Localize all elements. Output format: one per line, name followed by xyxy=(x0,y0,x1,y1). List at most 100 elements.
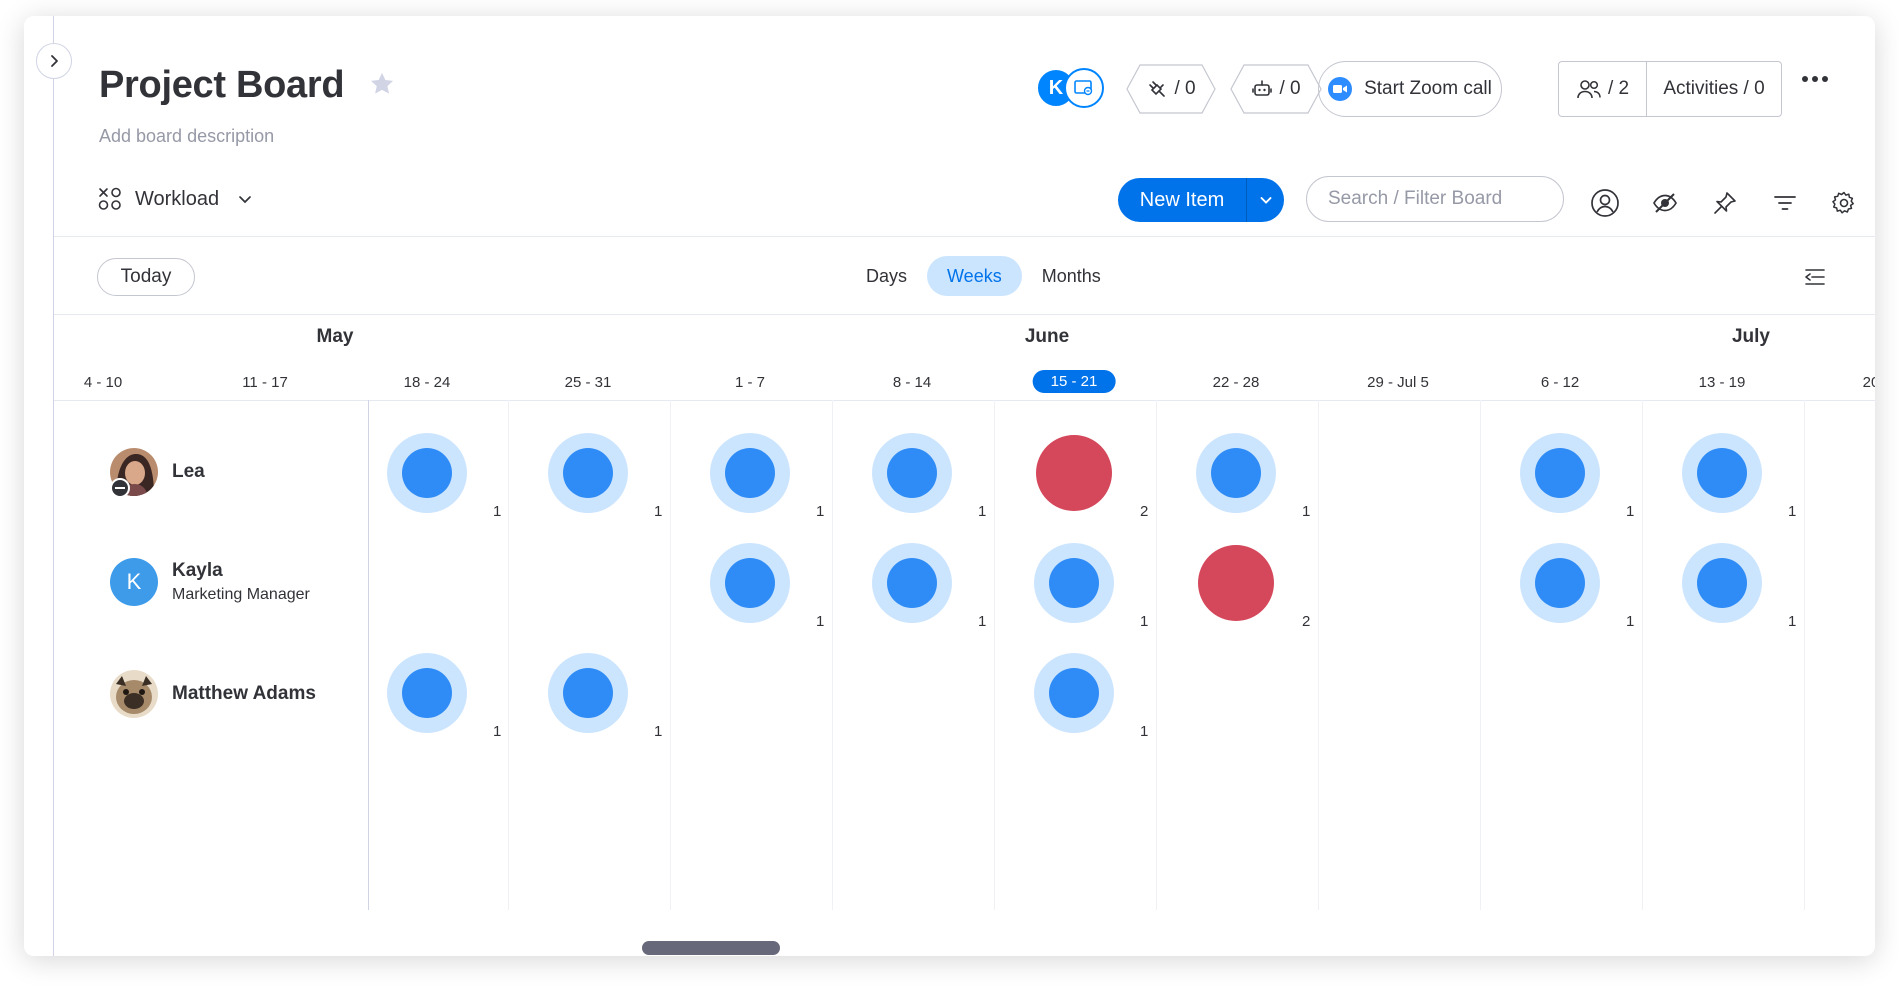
new-item-button[interactable]: New Item xyxy=(1118,178,1284,222)
new-item-dropdown-chevron-icon[interactable] xyxy=(1246,178,1284,222)
left-rail xyxy=(24,16,54,956)
month-label: May xyxy=(316,326,354,347)
pin-icon[interactable] xyxy=(1708,186,1742,220)
person-filter-icon[interactable] xyxy=(1588,186,1622,220)
person-name: Lea xyxy=(172,461,205,482)
workload-bubble-core xyxy=(887,448,937,498)
tab-weeks[interactable]: Weeks xyxy=(927,256,1022,296)
week-label: 18 - 24 xyxy=(403,374,451,391)
automations-button[interactable]: / 0 xyxy=(1230,64,1322,114)
today-button[interactable]: Today xyxy=(97,258,195,296)
workload-bubble[interactable] xyxy=(1682,433,1762,513)
more-options-icon[interactable] xyxy=(1802,76,1828,82)
zoom-icon xyxy=(1328,77,1353,101)
person-name: Matthew Adams xyxy=(172,683,316,704)
avatar xyxy=(110,448,158,498)
overloaded-workload-bubble[interactable] xyxy=(1036,435,1112,511)
workload-bubble-core xyxy=(887,558,937,608)
start-zoom-call-button[interactable]: Start Zoom call xyxy=(1318,61,1502,117)
workload-icon xyxy=(98,187,121,210)
workload-bubble[interactable] xyxy=(387,433,467,513)
workload-count: 1 xyxy=(1140,613,1149,630)
workload-bubble-core xyxy=(563,668,613,718)
workload-bubble[interactable] xyxy=(1034,653,1114,733)
current-week-label: 15 - 21 xyxy=(1032,370,1116,393)
search-input[interactable] xyxy=(1306,176,1564,222)
settings-gear-icon[interactable] xyxy=(1827,186,1861,220)
workload-count: 1 xyxy=(1140,723,1149,740)
overloaded-workload-bubble[interactable] xyxy=(1198,545,1274,621)
workload-count: 1 xyxy=(493,503,502,520)
divider xyxy=(54,314,1875,315)
workload-count: 2 xyxy=(1140,503,1149,520)
activities-button[interactable]: Activities / 0 xyxy=(1647,78,1781,100)
workload-bubble[interactable] xyxy=(1520,433,1600,513)
week-label: 29 - Jul 5 xyxy=(1367,374,1429,391)
collapse-rows-icon[interactable] xyxy=(1802,264,1828,295)
workload-bubble[interactable] xyxy=(872,543,952,623)
zoom-label: Start Zoom call xyxy=(1364,78,1492,99)
workload-bubble[interactable] xyxy=(387,653,467,733)
workload-count: 1 xyxy=(493,723,502,740)
person-role: Marketing Manager xyxy=(172,586,310,603)
avatar: K xyxy=(110,558,158,606)
week-label: 13 - 19 xyxy=(1698,374,1746,391)
person-row-matthew-adams[interactable]: Matthew Adams xyxy=(110,670,316,718)
person-row-kayla[interactable]: K Kayla Marketing Manager xyxy=(110,558,310,606)
tab-months[interactable]: Months xyxy=(1022,256,1121,296)
members-button[interactable]: / 2 xyxy=(1559,62,1647,116)
workload-bubble[interactable] xyxy=(710,433,790,513)
week-label: 25 - 31 xyxy=(564,374,612,391)
workload-bubble[interactable] xyxy=(1034,543,1114,623)
board-window: Project Board Add board description K / … xyxy=(24,16,1875,956)
divider xyxy=(54,400,1875,401)
week-label: 1 - 7 xyxy=(734,374,766,391)
expand-sidebar-button[interactable] xyxy=(36,43,72,79)
board-title[interactable]: Project Board xyxy=(99,64,345,107)
workload-count: 1 xyxy=(1788,613,1797,630)
week-label: 4 - 10 xyxy=(83,374,123,391)
workload-bubble-core xyxy=(1697,448,1747,498)
workload-bubble-core xyxy=(402,448,452,498)
filter-icon[interactable] xyxy=(1768,186,1802,220)
workload-bubble[interactable] xyxy=(1196,433,1276,513)
workload-bubble[interactable] xyxy=(548,653,628,733)
workload-bubble[interactable] xyxy=(872,433,952,513)
workload-bubble-core xyxy=(1211,448,1261,498)
workload-bubble-core xyxy=(725,448,775,498)
away-status-icon xyxy=(110,478,130,498)
activities-label: Activities / 0 xyxy=(1663,78,1765,99)
workload-bubble[interactable] xyxy=(1682,543,1762,623)
chevron-right-icon xyxy=(51,55,58,67)
integrations-button[interactable]: / 0 xyxy=(1126,64,1216,114)
workload-bubble-core xyxy=(1535,558,1585,608)
workload-bubble-core xyxy=(725,558,775,608)
chevron-down-icon xyxy=(239,196,251,204)
new-item-label: New Item xyxy=(1139,188,1225,211)
favorite-star-icon[interactable] xyxy=(368,70,396,103)
workload-count: 2 xyxy=(1302,613,1311,630)
workload-count: 1 xyxy=(1626,503,1635,520)
tab-days[interactable]: Days xyxy=(846,256,927,296)
robot-icon xyxy=(1252,80,1273,96)
workload-bubble[interactable] xyxy=(1520,543,1600,623)
workload-bubble-core xyxy=(1049,558,1099,608)
workload-bubble[interactable] xyxy=(710,543,790,623)
avatar xyxy=(110,670,158,718)
workload-bubble-core xyxy=(1697,558,1747,608)
members-count: / 2 xyxy=(1607,78,1630,99)
workload-bubble-core xyxy=(402,668,452,718)
person-row-lea[interactable]: Lea xyxy=(110,448,205,498)
hide-icon[interactable] xyxy=(1648,186,1682,220)
board-members-avatars[interactable]: K xyxy=(1036,68,1108,110)
workload-count: 1 xyxy=(654,503,663,520)
board-description[interactable]: Add board description xyxy=(99,126,274,147)
view-selector[interactable]: Workload xyxy=(97,186,253,212)
guest-avatar xyxy=(1064,68,1104,108)
horizontal-scrollbar[interactable] xyxy=(642,941,780,955)
integrations-count: / 0 xyxy=(1174,78,1196,99)
time-scale-tabs: Days Weeks Months xyxy=(846,256,1121,296)
workload-bubble[interactable] xyxy=(548,433,628,513)
month-label: June xyxy=(1024,326,1070,347)
workload-count: 1 xyxy=(816,613,825,630)
